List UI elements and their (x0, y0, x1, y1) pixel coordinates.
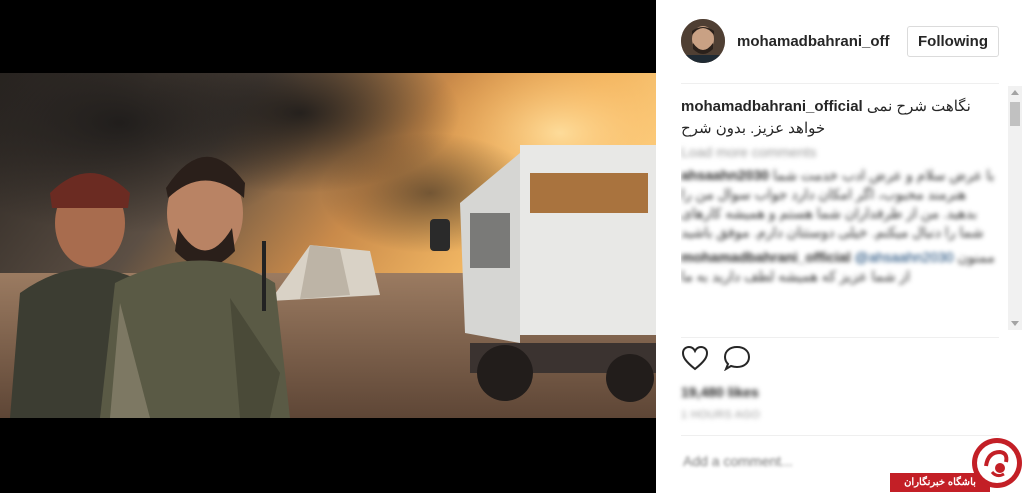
watermark-logo: باشگاه خبرنگاران (888, 432, 1025, 493)
avatar[interactable] (681, 19, 725, 63)
scrollbar-thumb[interactable] (1010, 102, 1020, 126)
comment-username[interactable]: ahsaahn2030 (681, 167, 769, 183)
comment-mention[interactable]: @ahsaahn2030 (854, 249, 953, 265)
actions-divider (681, 337, 999, 338)
caption-username[interactable]: mohamadbahrani_official (681, 98, 863, 115)
post-photo-image (0, 73, 656, 418)
comment-icon[interactable] (723, 345, 751, 371)
post-actions (681, 345, 751, 375)
post-side-panel: mohamadbahrani_off Following mohamadbahr… (656, 0, 1025, 493)
comments-list: mohamadbahrani_official نگاهت شرح نمی خو… (681, 96, 999, 332)
post-caption: mohamadbahrani_official نگاهت شرح نمی خو… (681, 96, 999, 140)
header-divider (681, 83, 999, 84)
post-header: mohamadbahrani_off Following (681, 14, 999, 68)
comment-item: ahsaahn2030 با عرض سلام و عرض ادب خدمت ش… (681, 166, 999, 242)
scroll-down-arrow-icon[interactable] (1011, 321, 1019, 326)
comments-scrollbar[interactable] (1008, 86, 1022, 330)
post-timestamp: 1 hours ago (681, 409, 761, 421)
post-media (0, 0, 656, 493)
scroll-up-arrow-icon[interactable] (1011, 90, 1019, 95)
add-comment-input[interactable] (681, 452, 885, 470)
following-button[interactable]: Following (907, 25, 999, 57)
post-photo[interactable] (0, 73, 656, 418)
comment-username[interactable]: mohamadbahrani_official (681, 249, 851, 265)
avatar-image (681, 19, 725, 63)
comment-item: mohamadbahrani_official @ahsaahn2030 ممن… (681, 248, 999, 286)
heart-icon[interactable] (681, 345, 709, 371)
likes-count[interactable]: 19,480 likes (681, 384, 759, 400)
username-link[interactable]: mohamadbahrani_off (737, 33, 907, 50)
watermark-emblem-icon (972, 438, 1022, 488)
load-more-comments-link[interactable]: Load more comments (681, 144, 999, 160)
